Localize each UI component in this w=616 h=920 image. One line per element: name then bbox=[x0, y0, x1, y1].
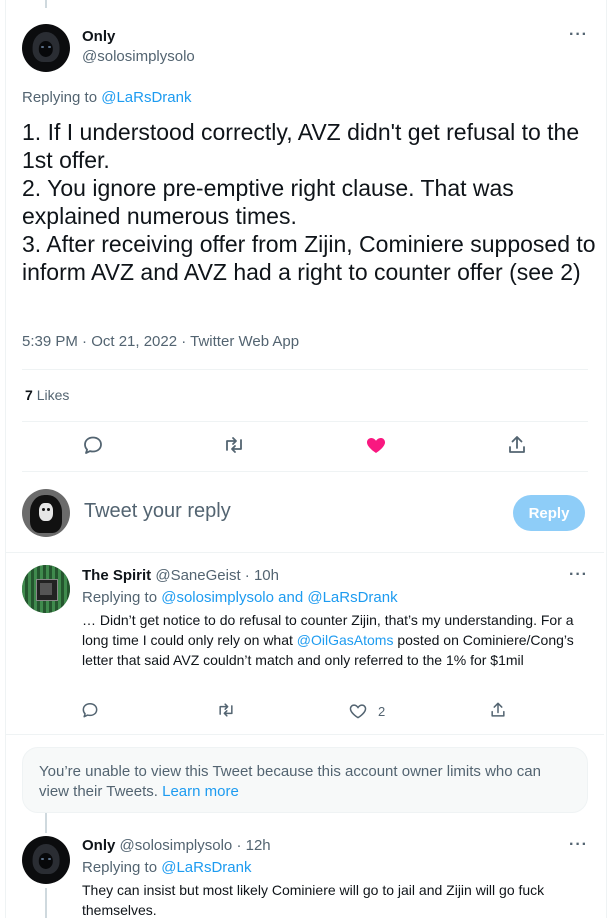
likes-stat[interactable]: 7 Likes bbox=[25, 387, 69, 403]
more-icon[interactable]: ··· bbox=[569, 566, 588, 584]
tweet-timestamp[interactable]: 5:39 PM · Oct 21, 2022 · Twitter Web App bbox=[22, 333, 299, 350]
avatar[interactable] bbox=[22, 24, 70, 72]
divider bbox=[6, 734, 604, 735]
author-name[interactable]: Only bbox=[82, 837, 115, 854]
likes-label: Likes bbox=[36, 387, 70, 403]
more-icon[interactable]: ··· bbox=[569, 836, 588, 854]
replying-to-link[interactable]: @LaRsDrank bbox=[101, 89, 191, 106]
divider bbox=[22, 471, 588, 472]
replying-to-link[interactable]: @LaRsDrank bbox=[161, 859, 251, 876]
divider bbox=[22, 421, 588, 422]
replying-to-line: Replying to @solosimplysolo and @LaRsDra… bbox=[82, 589, 398, 606]
share-icon[interactable] bbox=[505, 433, 529, 457]
replying-to-and: and bbox=[273, 589, 308, 606]
replying-to-prefix: Replying to bbox=[82, 589, 162, 606]
author-handle[interactable]: @SaneGeist bbox=[155, 567, 240, 584]
avatar[interactable] bbox=[22, 836, 70, 884]
author-handle[interactable]: @solosimplysolo bbox=[120, 837, 233, 854]
mention-link[interactable]: @OilGasAtoms bbox=[297, 632, 394, 648]
learn-more-link[interactable]: Learn more bbox=[162, 783, 239, 800]
tweet-line: 3. After receiving offer from Zijin, Com… bbox=[22, 231, 596, 285]
author-handle[interactable]: @solosimplysolo bbox=[82, 48, 195, 65]
replying-to-line: Replying to @LaRsDrank bbox=[22, 89, 191, 106]
like-count: 2 bbox=[378, 704, 386, 719]
limited-notice-text: You’re unable to view this Tweet because… bbox=[39, 763, 541, 800]
reply-button[interactable]: Reply bbox=[513, 495, 585, 531]
reply-time[interactable]: · 12h bbox=[236, 837, 270, 854]
retweet-icon[interactable] bbox=[222, 433, 246, 457]
replying-to-prefix: Replying to bbox=[82, 859, 162, 876]
author-name[interactable]: Only bbox=[82, 28, 115, 45]
current-user-avatar[interactable] bbox=[22, 489, 70, 537]
divider bbox=[6, 552, 604, 553]
reply-icon[interactable] bbox=[80, 700, 100, 720]
reply-header: Only @solosimplysolo · 12h bbox=[82, 837, 271, 854]
reply-time[interactable]: · 10h bbox=[245, 567, 279, 584]
replying-to-link[interactable]: @solosimplysolo bbox=[161, 589, 274, 606]
more-icon[interactable]: ··· bbox=[569, 26, 588, 44]
heart-icon[interactable] bbox=[364, 433, 388, 457]
share-icon[interactable] bbox=[488, 700, 508, 720]
likes-count: 7 bbox=[25, 387, 33, 403]
reply-text: They can insist but most likely Cominier… bbox=[82, 882, 545, 918]
reply-header: The Spirit @SaneGeist · 10h bbox=[82, 567, 279, 584]
reply-text: … Didn’t get notice to do refusal to cou… bbox=[82, 610, 582, 670]
reply-input[interactable]: Tweet your reply bbox=[84, 500, 231, 523]
replying-to-link[interactable]: @LaRsDrank bbox=[307, 589, 397, 606]
avatar[interactable] bbox=[22, 565, 70, 613]
thread-connector bbox=[45, 813, 47, 833]
author-name[interactable]: The Spirit bbox=[82, 567, 151, 584]
reply-icon[interactable] bbox=[81, 433, 105, 457]
tweet-text: 1. If I understood correctly, AVZ didn't… bbox=[22, 118, 597, 286]
divider bbox=[22, 369, 588, 370]
thread-connector bbox=[45, 0, 47, 8]
tweet-line: 1. If I understood correctly, AVZ didn't… bbox=[22, 119, 580, 173]
replying-to-prefix: Replying to bbox=[22, 89, 102, 106]
replying-to-line: Replying to @LaRsDrank bbox=[82, 859, 251, 876]
heart-icon[interactable] bbox=[348, 701, 368, 721]
limited-tweet-notice: You’re unable to view this Tweet because… bbox=[22, 747, 588, 813]
retweet-icon[interactable] bbox=[216, 700, 236, 720]
tweet-line: 2. You ignore pre-emptive right clause. … bbox=[22, 175, 514, 229]
thread-connector bbox=[45, 888, 47, 918]
